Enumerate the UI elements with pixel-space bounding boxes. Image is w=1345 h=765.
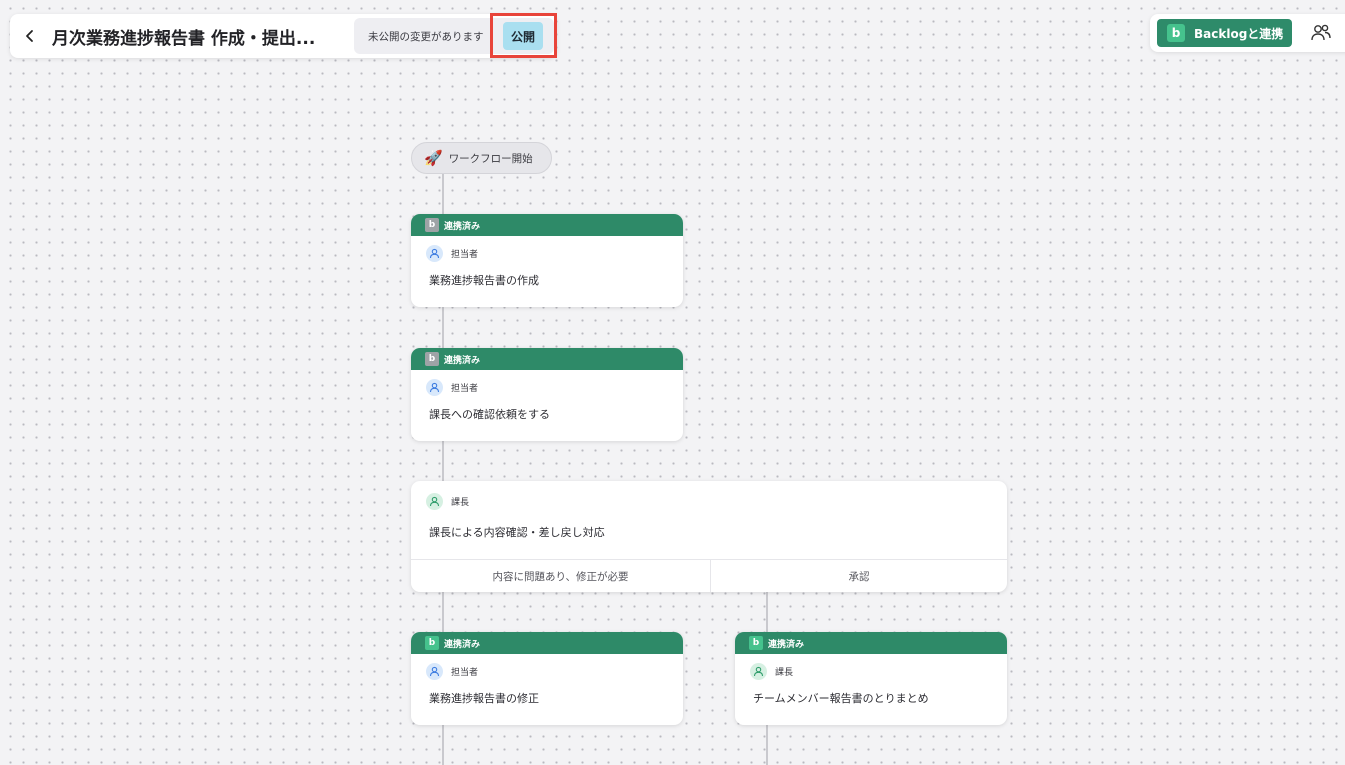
- connector-line: [442, 306, 444, 349]
- rocket-icon: 🚀: [424, 149, 443, 167]
- connector-line: [766, 724, 768, 765]
- assignee-label: 担当者: [451, 667, 479, 678]
- task-title: 課長による内容確認・差し戻し対応: [429, 526, 605, 539]
- unpublished-notice-text: 未公開の変更があります: [368, 30, 484, 43]
- connector-line: [442, 174, 444, 215]
- decision-card[interactable]: 課長 課長による内容確認・差し戻し対応 内容に問題あり、修正が必要 承認: [411, 481, 1007, 592]
- backlog-logo-icon: b: [425, 352, 439, 366]
- assignee-label: 担当者: [451, 383, 479, 394]
- assignee-label: 担当者: [451, 249, 479, 260]
- card-header: b 連携済み: [411, 348, 683, 370]
- user-icon: [426, 378, 443, 396]
- task-card[interactable]: b 連携済み 担当者 課長への確認依頼をする: [411, 348, 683, 441]
- assignee-row: 担当者: [426, 378, 683, 396]
- task-title: チームメンバー報告書のとりまとめ: [753, 692, 929, 705]
- user-icon: [426, 492, 443, 510]
- task-card[interactable]: b 連携済み 担当者 業務進捗報告書の修正: [411, 632, 683, 725]
- linked-status-label: 連携済み: [444, 639, 481, 650]
- task-title: 業務進捗報告書の修正: [429, 692, 539, 705]
- backlog-integration-button[interactable]: b Backlogと連携: [1157, 19, 1292, 47]
- assignee-row: 課長: [750, 662, 1007, 680]
- page-title: 月次業務進捗報告書 作成・提出...: [52, 28, 316, 49]
- publish-highlight-box: [490, 13, 557, 58]
- card-header: b 連携済み: [735, 632, 1007, 654]
- backlog-logo-icon: b: [425, 636, 439, 650]
- linked-status-label: 連携済み: [444, 221, 481, 232]
- user-icon: [426, 662, 443, 680]
- connector-line: [442, 724, 444, 765]
- user-icon: [750, 662, 767, 680]
- assignee-label: 課長: [775, 667, 794, 678]
- back-button[interactable]: [12, 14, 48, 58]
- backlog-logo-icon: b: [425, 218, 439, 232]
- assignee-row: 担当者: [426, 662, 683, 680]
- workflow-start-node[interactable]: 🚀 ワークフロー開始: [411, 142, 552, 174]
- connector-line: [442, 591, 444, 633]
- user-icon: [426, 244, 443, 262]
- card-header: b 連携済み: [411, 214, 683, 236]
- chevron-left-icon: [26, 30, 33, 42]
- card-header: b 連携済み: [411, 632, 683, 654]
- assignee-row: 担当者: [426, 244, 683, 262]
- task-title: 課長への確認依頼をする: [429, 408, 550, 421]
- linked-status-label: 連携済み: [768, 639, 805, 650]
- decision-options: 内容に問題あり、修正が必要 承認: [411, 559, 1007, 592]
- assignee-row: 課長: [426, 492, 1007, 510]
- task-title: 業務進捗報告書の作成: [429, 274, 539, 287]
- option-needs-revision[interactable]: 内容に問題あり、修正が必要: [411, 560, 711, 592]
- linked-status-label: 連携済み: [444, 355, 481, 366]
- connector-line: [442, 440, 444, 482]
- members-icon[interactable]: [1310, 22, 1332, 44]
- task-card[interactable]: b 連携済み 担当者 業務進捗報告書の作成: [411, 214, 683, 307]
- backlog-integration-label: Backlogと連携: [1194, 26, 1284, 41]
- workflow-start-label: ワークフロー開始: [448, 152, 533, 165]
- title-bar: 月次業務進捗報告書 作成・提出... 未公開の変更があります 公開: [10, 13, 557, 58]
- backlog-logo-icon: b: [749, 636, 763, 650]
- connector-line: [766, 591, 768, 633]
- option-approve[interactable]: 承認: [711, 560, 1007, 592]
- task-card[interactable]: b 連携済み 課長 チームメンバー報告書のとりまとめ: [735, 632, 1007, 725]
- top-right-toolbar: b Backlogと連携: [1150, 14, 1345, 52]
- backlog-logo-icon: b: [1167, 24, 1185, 42]
- assignee-label: 課長: [451, 497, 470, 508]
